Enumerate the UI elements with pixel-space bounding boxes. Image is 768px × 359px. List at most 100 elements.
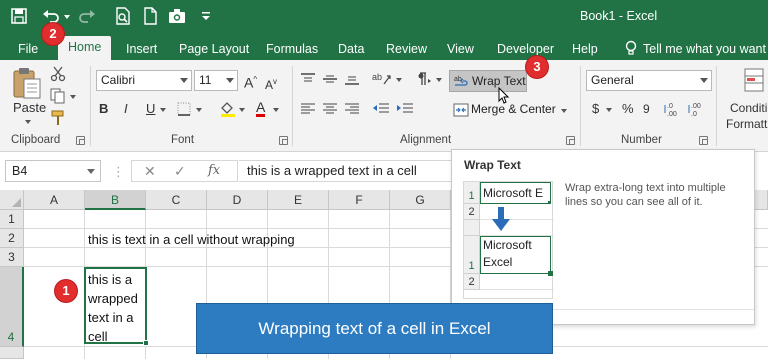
font-launcher-icon[interactable] [279,136,288,145]
confirm-icon[interactable]: ✓ [174,163,186,180]
bold-button[interactable]: B [99,101,108,117]
row-header-5[interactable] [0,347,24,359]
number-launcher-icon[interactable] [699,136,708,145]
column-header-e[interactable]: E [268,190,329,210]
currency-button[interactable]: $ [592,101,599,117]
tab-insert[interactable]: Insert [126,38,157,60]
cancel-icon[interactable]: ✕ [144,163,156,180]
fill-color-dropdown-icon[interactable] [239,108,245,112]
tab-formulas[interactable]: Formulas [266,38,318,60]
column-header-b[interactable]: B [85,190,146,210]
column-header-f[interactable]: F [329,190,390,210]
tab-home[interactable]: Home [58,36,112,60]
name-box-value: B4 [12,164,28,178]
row-header-2[interactable]: 2 [0,229,24,248]
align-top-icon [301,73,315,82]
row-header-4[interactable]: 4 [0,267,24,347]
row-header-1[interactable]: 1 [0,210,24,229]
cell-b4-line: this is a [88,272,133,287]
orientation-dropdown-icon[interactable] [396,78,402,82]
shrink-font-button[interactable]: Av [265,74,277,93]
borders-dropdown-icon[interactable] [196,108,202,112]
group-divider [292,66,293,146]
decrease-decimal-button[interactable]: .00.0 [688,100,706,121]
align-right-button[interactable] [344,102,360,119]
tab-data[interactable]: Data [338,38,364,60]
clipboard-launcher-icon[interactable] [76,136,85,145]
redo-icon[interactable] [78,7,96,25]
number-format-value: General [591,73,634,87]
orientation-button[interactable]: ab [372,70,392,91]
svg-text:ab: ab [454,76,462,83]
underline-dropdown-icon[interactable] [160,108,166,112]
tab-developer[interactable]: Developer [497,38,554,60]
grow-font-button[interactable]: A^ [244,72,257,91]
italic-button[interactable]: I [124,101,128,117]
align-center-button[interactable] [322,102,338,119]
bottom-align-button[interactable] [344,72,360,89]
chevron-down-icon [87,169,95,174]
copy-dropdown-icon[interactable] [70,95,76,99]
tab-view[interactable]: View [447,38,474,60]
merge-dropdown-icon[interactable] [561,109,567,113]
tell-me-search[interactable]: Tell me what you want t [624,38,768,60]
column-header-a[interactable]: A [24,190,85,210]
percent-button[interactable]: % [622,101,634,117]
font-family-select[interactable]: Calibri [96,70,192,91]
wrap-text-button[interactable]: ab Wrap Text [449,70,527,92]
increase-indent-button[interactable] [396,102,414,119]
select-all-button[interactable] [0,190,24,210]
font-color-dropdown-icon[interactable] [273,108,279,112]
align-left-button[interactable] [300,102,316,119]
alignment-launcher-icon[interactable] [566,136,575,145]
increase-decimal-button[interactable]: .0.00 [664,100,682,121]
paragraph-direction-button[interactable] [414,71,432,90]
insert-function-button[interactable]: fx [208,163,220,178]
cell-b4-selected[interactable]: this is a wrapped text in a cell [84,267,149,346]
print-preview-icon[interactable] [114,7,132,25]
cell-b2[interactable]: this is text in a cell without wrapping [88,232,295,247]
copy-button[interactable] [50,88,66,107]
borders-button[interactable] [176,101,192,120]
group-divider [90,66,91,146]
new-document-icon[interactable] [141,7,159,25]
row-header-3[interactable]: 3 [0,248,24,267]
format-painter-button[interactable] [50,110,66,129]
middle-align-button[interactable] [322,72,338,89]
tab-review[interactable]: Review [386,38,427,60]
number-format-select[interactable]: General [586,70,712,91]
tab-page-layout[interactable]: Page Layout [179,38,249,60]
comma-style-button[interactable]: 9 [643,101,650,117]
conditional-formatting-button[interactable] [744,68,764,95]
chevron-down-icon [180,78,188,83]
cut-button[interactable] [50,66,66,85]
fill-handle [548,201,550,203]
camera-icon[interactable] [168,7,186,25]
name-box[interactable]: B4 [5,160,101,182]
decrease-indent-button[interactable] [372,102,390,119]
column-header-c[interactable]: C [146,190,207,210]
paste-dropdown-icon[interactable] [25,120,31,124]
column-header-g[interactable]: G [390,190,451,210]
tab-help[interactable]: Help [572,38,598,60]
save-icon[interactable] [10,7,28,25]
underline-button[interactable]: U [146,101,155,117]
increase-indent-icon [397,103,413,113]
tab-file[interactable]: File [18,38,38,60]
top-align-button[interactable] [300,72,316,89]
fill-color-button[interactable] [219,100,237,121]
currency-dropdown-icon[interactable] [606,108,612,112]
font-size-select[interactable]: 11 [194,70,238,91]
customize-qat-icon[interactable] [197,7,215,25]
column-header-d[interactable]: D [207,190,268,210]
paragraph-direction-icon [418,72,431,85]
formula-input[interactable]: this is a wrapped text in a cell [239,160,459,182]
preview-gridline [480,289,554,290]
undo-dropdown-icon[interactable] [64,15,70,19]
cell-b4-line: wrapped [88,291,138,306]
merge-center-label: Merge & Center [471,102,556,116]
paragraph-direction-dropdown-icon[interactable] [436,78,442,82]
fill-handle[interactable] [143,340,149,346]
font-color-button[interactable]: A [256,100,266,117]
paste-button[interactable] [10,67,44,102]
